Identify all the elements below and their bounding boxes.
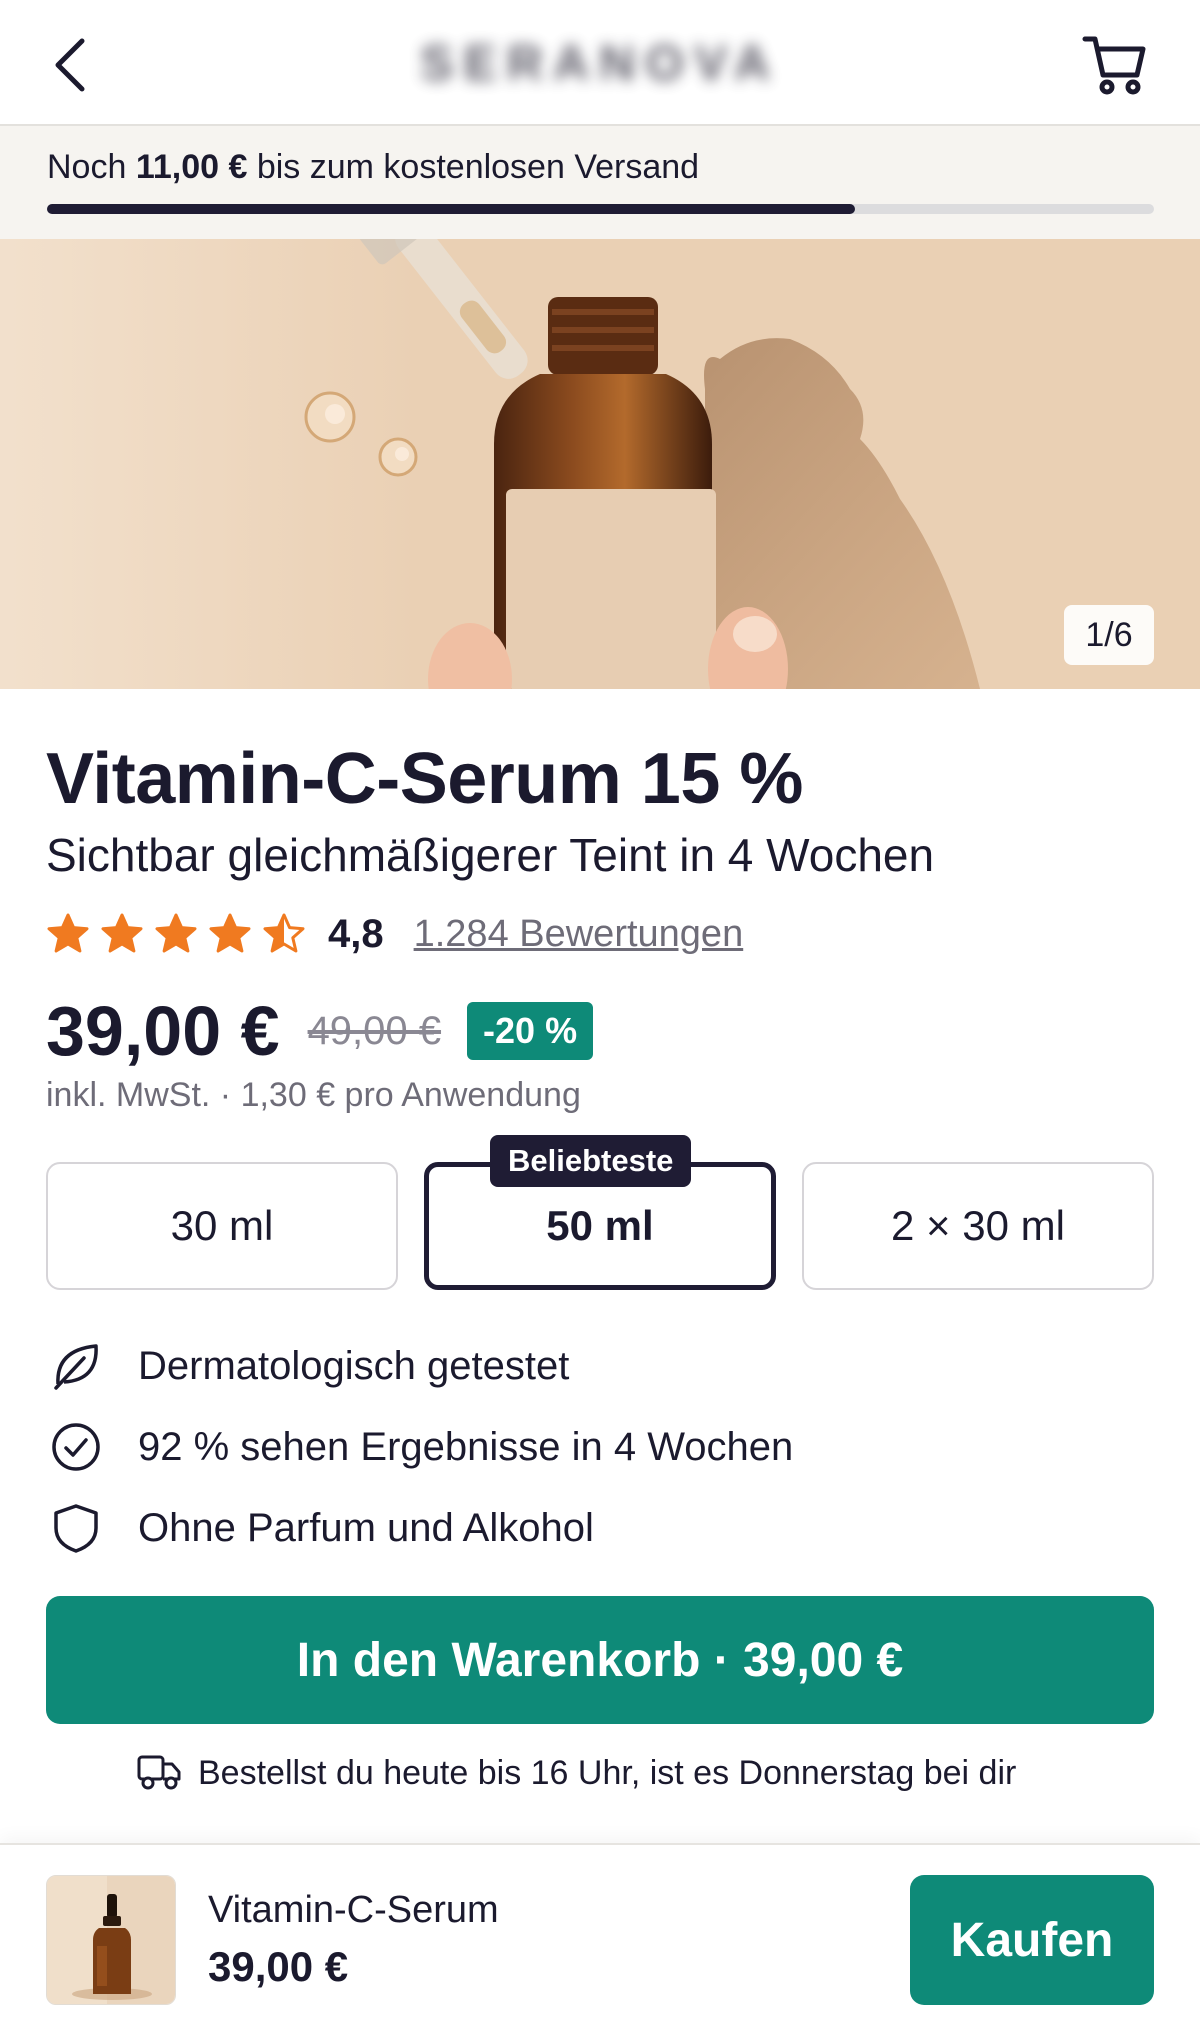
free-shipping-banner: Noch 11,00 € bis zum kostenlosen Versand bbox=[0, 126, 1200, 239]
product-title: Vitamin-C-Serum 15 % bbox=[46, 739, 803, 819]
shipping-progress-bar bbox=[47, 204, 1154, 214]
size-option-2x30ml[interactable]: 2 × 30 ml bbox=[802, 1162, 1154, 1290]
sticky-product-price: 39,00 € bbox=[208, 1943, 349, 1990]
shield-icon bbox=[48, 1500, 104, 1556]
current-price: 39,00 € bbox=[46, 992, 280, 1070]
star-half-icon bbox=[263, 913, 305, 953]
product-thumbnail[interactable] bbox=[46, 1875, 176, 2005]
star-full-icon bbox=[209, 913, 251, 953]
star-full-icon bbox=[47, 913, 89, 953]
feature-no-fragrance: Ohne Parfum und Alkohol bbox=[48, 1498, 594, 1558]
shipping-progress-fill bbox=[47, 204, 856, 214]
star-full-icon bbox=[155, 913, 197, 953]
sticky-buy-bar: Vitamin-C-Serum 39,00 € Kaufen bbox=[0, 1843, 1200, 2033]
size-option-30ml[interactable]: 30 ml bbox=[46, 1162, 398, 1290]
rating-value: 4,8 bbox=[328, 911, 384, 956]
buy-now-button[interactable]: Kaufen bbox=[910, 1875, 1154, 2005]
feature-text: Ohne Parfum und Alkohol bbox=[138, 1505, 594, 1550]
rating-row: 4,8 1.284 Bewertungen bbox=[46, 906, 743, 962]
tax-note: inkl. MwSt. · 1,30 € pro Anwendung bbox=[46, 1076, 581, 1114]
app-header: SERANOVA bbox=[0, 0, 1200, 126]
product-subtitle: Sichtbar gleichmäßigerer Teint in 4 Woch… bbox=[46, 829, 935, 881]
price-row: 39,00 € 49,00 € -20 % bbox=[46, 992, 594, 1070]
product-image-gallery[interactable]: 1/6 bbox=[0, 239, 1200, 689]
feature-dermatologically-tested: Dermatologisch getestet bbox=[48, 1336, 569, 1396]
delivery-text: Bestellst du heute bis 16 Uhr, ist es Do… bbox=[198, 1753, 1017, 1792]
brand-logo[interactable]: SERANOVA bbox=[420, 35, 780, 91]
feature-text: 92 % sehen Ergebnisse in 4 Wochen bbox=[138, 1424, 794, 1469]
image-counter: 1/6 bbox=[1064, 605, 1154, 665]
star-rating bbox=[46, 912, 306, 956]
product-photo bbox=[0, 239, 1200, 689]
feature-text: Dermatologisch getestet bbox=[138, 1343, 570, 1388]
truck-icon bbox=[136, 1751, 182, 1796]
shopping-cart-icon bbox=[1082, 36, 1146, 95]
check-circle-icon bbox=[48, 1419, 104, 1475]
sticky-product-name: Vitamin-C-Serum bbox=[208, 1889, 499, 1931]
star-full-icon bbox=[101, 913, 143, 953]
feature-results: 92 % sehen Ergebnisse in 4 Wochen bbox=[48, 1417, 793, 1477]
leaf-icon bbox=[48, 1338, 104, 1394]
cart-button[interactable] bbox=[1075, 30, 1155, 100]
free-shipping-text: Noch 11,00 € bis zum kostenlosen Versand bbox=[47, 148, 700, 186]
discount-badge: -20 % bbox=[467, 1002, 594, 1060]
remaining-amount: 11,00 € bbox=[135, 148, 248, 186]
back-button[interactable] bbox=[40, 30, 100, 100]
popular-badge: Beliebteste bbox=[490, 1135, 692, 1187]
delivery-info: Bestellst du heute bis 16 Uhr, ist es Do… bbox=[136, 1748, 1016, 1798]
add-to-cart-button[interactable]: In den Warenkorb · 39,00 € bbox=[46, 1596, 1154, 1724]
chevron-left-icon bbox=[55, 38, 85, 92]
reviews-link[interactable]: 1.284 Bewertungen bbox=[414, 913, 744, 956]
original-price: 49,00 € bbox=[307, 1008, 442, 1053]
